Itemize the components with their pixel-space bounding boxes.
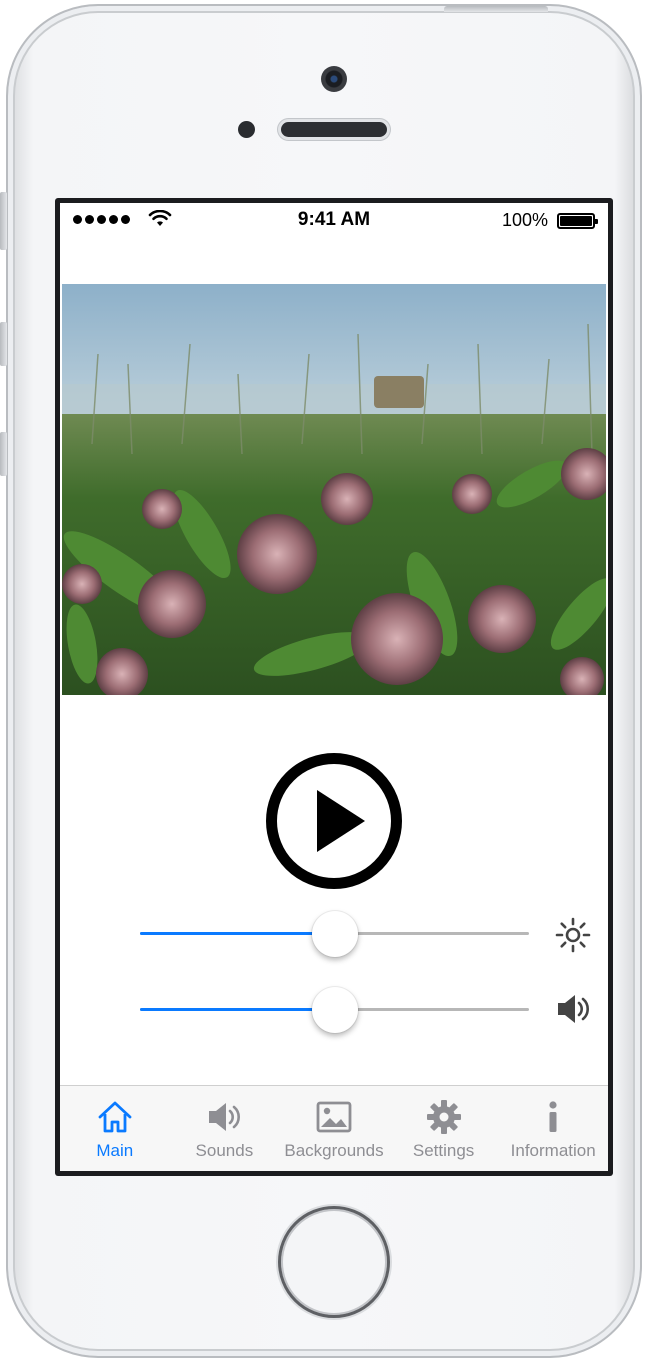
proximity-sensor <box>238 121 255 138</box>
battery-icon <box>557 213 598 229</box>
home-button[interactable] <box>278 1206 390 1318</box>
home-icon <box>98 1101 132 1133</box>
app-display: 9:41 AM 100% Main Sounds Backgrounds Set… <box>60 203 608 1171</box>
tab-main-label: Main <box>96 1141 134 1160</box>
volume-slider[interactable] <box>140 987 529 1033</box>
brightness-slider[interactable] <box>140 911 529 957</box>
front-camera <box>321 66 347 92</box>
mute-switch <box>0 192 7 250</box>
power-button <box>444 6 548 12</box>
speaker-icon <box>558 995 589 1023</box>
image-icon <box>316 1101 352 1133</box>
tab-information-label: Information <box>510 1141 596 1160</box>
volume-down-button <box>0 432 7 476</box>
earpiece-speaker <box>281 122 387 137</box>
tab-backgrounds[interactable]: Backgrounds <box>279 1086 389 1171</box>
tab-sounds-label: Sounds <box>195 1141 254 1160</box>
tab-settings[interactable]: Settings <box>389 1086 499 1171</box>
tab-main[interactable]: Main <box>60 1086 170 1171</box>
gear-icon <box>426 1100 461 1134</box>
tab-information[interactable]: Information <box>498 1086 608 1171</box>
info-icon <box>549 1101 557 1132</box>
battery-percentage: 100% <box>501 210 548 230</box>
brightness-slider-thumb[interactable] <box>311 911 358 957</box>
sun-icon <box>555 917 591 953</box>
speaker-icon <box>209 1103 241 1131</box>
volume-slider-fill <box>140 1008 335 1011</box>
tab-sounds[interactable]: Sounds <box>170 1086 280 1171</box>
screen: 9:41 AM 100% Main Sounds Backgrounds Set… <box>55 198 613 1176</box>
tab-settings-label: Settings <box>412 1141 475 1160</box>
brightness-slider-fill <box>140 932 335 935</box>
iphone-frame: 9:41 AM 100% Main Sounds Backgrounds Set… <box>6 4 642 1358</box>
background-image <box>62 284 606 695</box>
play-icon <box>317 790 365 852</box>
status-bar: 9:41 AM 100% <box>60 203 608 237</box>
tab-bar: Main Sounds Backgrounds Settings Informa… <box>60 1085 608 1171</box>
volume-up-button <box>0 322 7 366</box>
volume-slider-thumb[interactable] <box>311 987 358 1033</box>
tab-backgrounds-label: Backgrounds <box>284 1141 384 1160</box>
play-button[interactable] <box>266 753 402 889</box>
